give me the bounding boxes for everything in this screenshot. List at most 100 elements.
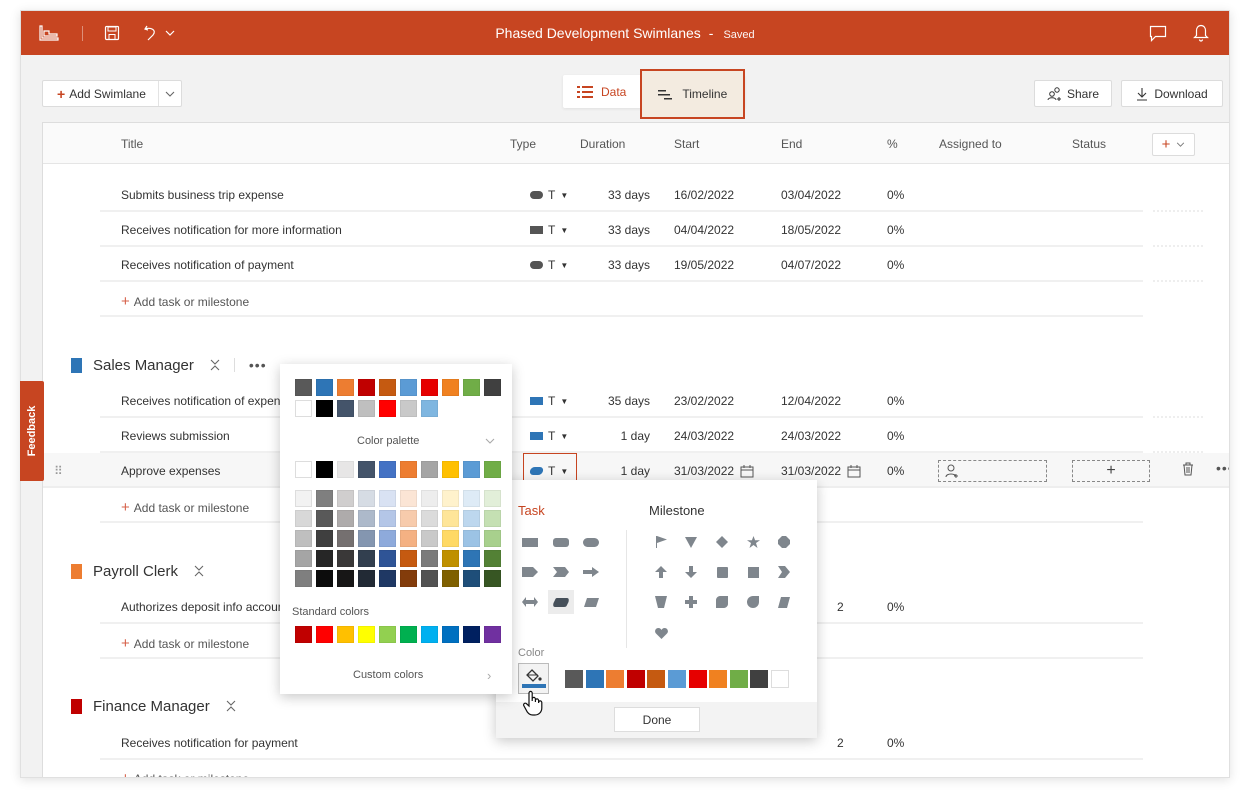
task-percent[interactable]: 0% [887,736,904,750]
double-arrow-shape-icon[interactable] [518,592,542,612]
recent-color-swatch[interactable] [316,400,333,417]
theme-color-swatch[interactable] [463,461,480,478]
task-title[interactable]: Receives notification of payment [121,258,294,272]
column-header-type[interactable]: Type [510,137,536,151]
shade-color-swatch[interactable] [337,550,354,567]
task-color-swatch[interactable] [585,670,604,688]
task-duration[interactable]: 1 day [578,429,650,443]
triangle-down-milestone-icon[interactable] [679,532,703,552]
lane-color-marker[interactable] [71,563,82,579]
task-duration[interactable]: 33 days [578,258,650,272]
task-color-swatch[interactable] [626,670,645,688]
chevron-shape-icon[interactable] [549,562,573,582]
rounded-parallelogram-shape-icon-selected[interactable] [548,590,574,614]
shade-color-swatch[interactable] [295,550,312,567]
tab-timeline[interactable]: Timeline [640,69,746,119]
task-percent[interactable]: 0% [887,600,904,614]
recent-color-swatch[interactable] [295,379,312,396]
task-end-date[interactable]: 03/04/2022 [781,188,841,202]
standard-color-swatch[interactable] [295,626,312,643]
shade-color-swatch[interactable] [295,510,312,527]
document-name[interactable]: Phased Development Swimlanes [495,25,700,41]
standard-color-swatch[interactable] [442,626,459,643]
task-start-date[interactable]: 16/02/2022 [674,188,734,202]
standard-color-swatch[interactable] [400,626,417,643]
task-color-swatch[interactable] [709,670,728,688]
shade-color-swatch[interactable] [295,490,312,507]
task-end-date[interactable]: 2 [837,600,844,614]
task-title[interactable]: Receives notification of expense c [121,394,302,408]
task-end-date[interactable]: 18/05/2022 [781,223,841,237]
standard-color-swatch[interactable] [316,626,333,643]
task-start-date[interactable]: 04/04/2022 [674,223,734,237]
shade-color-swatch[interactable] [379,570,396,587]
task-end-date[interactable]: 31/03/2022 [781,464,861,478]
shade-color-swatch[interactable] [358,570,375,587]
task-start-date[interactable]: 19/05/2022 [674,258,734,272]
task-type-selector[interactable]: T ▼ [530,188,568,202]
square-milestone-icon[interactable] [710,562,734,582]
theme-color-swatch[interactable] [337,461,354,478]
recent-color-swatch[interactable] [337,400,354,417]
shade-color-swatch[interactable] [337,530,354,547]
recent-color-swatch[interactable] [484,379,501,396]
shade-color-swatch[interactable] [379,490,396,507]
recent-color-swatch[interactable] [463,379,480,396]
recent-color-swatch[interactable] [358,379,375,396]
task-start-date[interactable]: 24/03/2022 [674,429,734,443]
task-end-date[interactable]: 12/04/2022 [781,394,841,408]
shade-color-swatch[interactable] [442,550,459,567]
task-type-selector[interactable]: T ▼ [530,394,568,408]
chevron-right-icon[interactable]: › [487,668,491,683]
recent-color-swatch[interactable] [400,400,417,417]
theme-color-swatch[interactable] [421,461,438,478]
column-header-title[interactable]: Title [121,137,143,151]
shade-color-swatch[interactable] [463,510,480,527]
shade-color-swatch[interactable] [379,530,396,547]
task-duration[interactable]: 33 days [578,188,650,202]
task-end-date[interactable]: 24/03/2022 [781,429,841,443]
collapse-icon[interactable] [226,700,236,712]
rounded-rectangle-shape-icon[interactable] [549,532,573,552]
task-color-swatch[interactable] [565,670,583,688]
standard-color-swatch[interactable] [421,626,438,643]
shade-color-swatch[interactable] [358,510,375,527]
task-color-swatch[interactable] [647,670,666,688]
recent-color-swatch[interactable] [379,400,396,417]
recent-color-swatch[interactable] [442,379,459,396]
recent-color-swatch[interactable] [316,379,333,396]
standard-color-swatch[interactable] [358,626,375,643]
parallelogram-milestone-icon[interactable] [772,592,796,612]
share-button[interactable]: Share [1034,80,1112,107]
task-title[interactable]: Reviews submission [121,429,230,443]
task-percent[interactable]: 0% [887,258,904,272]
pentagon-arrow-shape-icon[interactable] [518,562,542,582]
task-color-swatch[interactable] [729,670,748,688]
shade-color-swatch[interactable] [421,510,438,527]
shade-color-swatch[interactable] [295,570,312,587]
shade-color-swatch[interactable] [316,550,333,567]
shade-color-swatch[interactable] [463,550,480,567]
column-header-duration[interactable]: Duration [580,137,625,151]
pill-shape-icon[interactable] [579,532,603,552]
shade-color-swatch[interactable] [463,490,480,507]
recent-color-swatch[interactable] [400,379,417,396]
task-start-date[interactable]: 31/03/2022 [674,464,754,478]
arrow-up-milestone-icon[interactable] [649,562,673,582]
shade-color-swatch[interactable] [295,530,312,547]
calendar-icon[interactable] [847,464,861,478]
lane-color-marker[interactable] [71,698,82,714]
color-palette-label[interactable]: Color palette [357,435,419,447]
rounded-square-milestone-icon[interactable] [710,592,734,612]
shade-color-swatch[interactable] [400,510,417,527]
shade-color-swatch[interactable] [337,490,354,507]
table-row[interactable]: Receives notification for more informati… [100,212,1203,247]
theme-color-swatch[interactable] [295,461,312,478]
add-task-button[interactable]: + Add task or milestone [121,770,249,777]
column-header-percent[interactable]: % [887,137,898,151]
shade-color-swatch[interactable] [442,510,459,527]
row-more-options-icon[interactable]: ••• [1216,460,1229,476]
task-color-swatch[interactable] [668,670,686,688]
lane-title[interactable]: Finance Manager [93,698,210,715]
shade-color-swatch[interactable] [400,570,417,587]
